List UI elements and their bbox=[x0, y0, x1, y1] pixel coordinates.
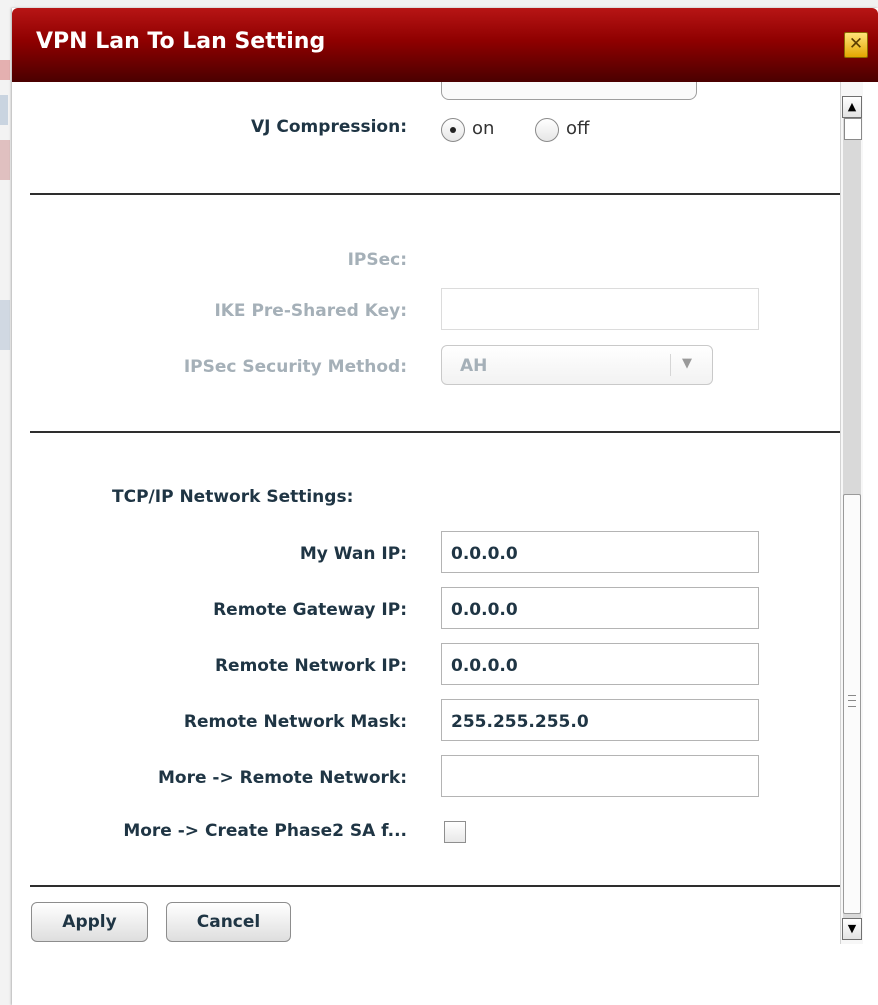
remote-network-ip-input[interactable]: 0.0.0.0 bbox=[441, 643, 759, 685]
select-separator bbox=[670, 354, 671, 376]
vj-compression-label: VJ Compression: bbox=[251, 117, 407, 137]
cancel-button[interactable]: Cancel bbox=[166, 902, 291, 942]
close-icon[interactable]: ✕ bbox=[844, 32, 868, 58]
ike-key-label: IKE Pre-Shared Key: bbox=[214, 301, 407, 321]
ipsec-heading: IPSec: bbox=[347, 250, 407, 270]
dialog-title: VPN Lan To Lan Setting bbox=[36, 29, 326, 54]
remote-network-mask-input[interactable]: 255.255.255.0 bbox=[441, 699, 759, 741]
apply-button[interactable]: Apply bbox=[31, 902, 148, 942]
dialog-titlebar[interactable]: VPN Lan To Lan Setting ✕ bbox=[12, 8, 878, 82]
grip-icon bbox=[848, 695, 856, 707]
background-page bbox=[0, 0, 878, 8]
more-remote-network-input[interactable] bbox=[441, 755, 759, 797]
remote-network-mask-label: Remote Network Mask: bbox=[183, 712, 407, 732]
vj-on-label[interactable]: on bbox=[472, 118, 494, 139]
my-wan-ip-label: My Wan IP: bbox=[299, 544, 407, 564]
scroll-down-icon[interactable]: ▼ bbox=[842, 918, 862, 940]
tcpip-heading: TCP/IP Network Settings: bbox=[112, 487, 354, 507]
ipsec-method-value: AH bbox=[460, 356, 488, 376]
my-wan-ip-input[interactable]: 0.0.0.0 bbox=[441, 531, 759, 573]
vj-on-radio[interactable] bbox=[441, 118, 465, 142]
chevron-down-icon[interactable]: ▼ bbox=[682, 356, 692, 371]
create-phase2-sa-label: More -> Create Phase2 SA f... bbox=[123, 821, 407, 841]
create-phase2-sa-checkbox[interactable] bbox=[444, 821, 466, 843]
vertical-scrollbar[interactable]: ▲ ▼ bbox=[840, 82, 863, 944]
settings-panel: VJ Compression: on off IPSec: IKE Pre-Sh… bbox=[12, 82, 840, 1005]
scroll-track-marker bbox=[844, 118, 862, 140]
more-remote-network-label: More -> Remote Network: bbox=[158, 768, 407, 788]
scroll-thumb[interactable] bbox=[843, 494, 861, 914]
ipsec-method-label: IPSec Security Method: bbox=[183, 357, 407, 377]
vj-off-label[interactable]: off bbox=[566, 118, 589, 139]
section-divider bbox=[30, 885, 840, 887]
scrolled-dropdown[interactable] bbox=[441, 82, 697, 100]
vj-off-radio[interactable] bbox=[535, 118, 559, 142]
ipsec-method-select[interactable]: AH ▼ bbox=[441, 345, 713, 385]
radio-selected-dot bbox=[450, 127, 456, 133]
scroll-up-icon[interactable]: ▲ bbox=[842, 96, 862, 118]
section-divider bbox=[30, 193, 840, 195]
ike-key-input[interactable] bbox=[441, 288, 759, 330]
remote-gateway-ip-label: Remote Gateway IP: bbox=[213, 600, 407, 620]
section-divider bbox=[30, 431, 840, 433]
remote-network-ip-label: Remote Network IP: bbox=[214, 656, 407, 676]
remote-gateway-ip-input[interactable]: 0.0.0.0 bbox=[441, 587, 759, 629]
vpn-lan-to-lan-dialog: VPN Lan To Lan Setting ✕ VJ Compression:… bbox=[12, 8, 878, 1005]
